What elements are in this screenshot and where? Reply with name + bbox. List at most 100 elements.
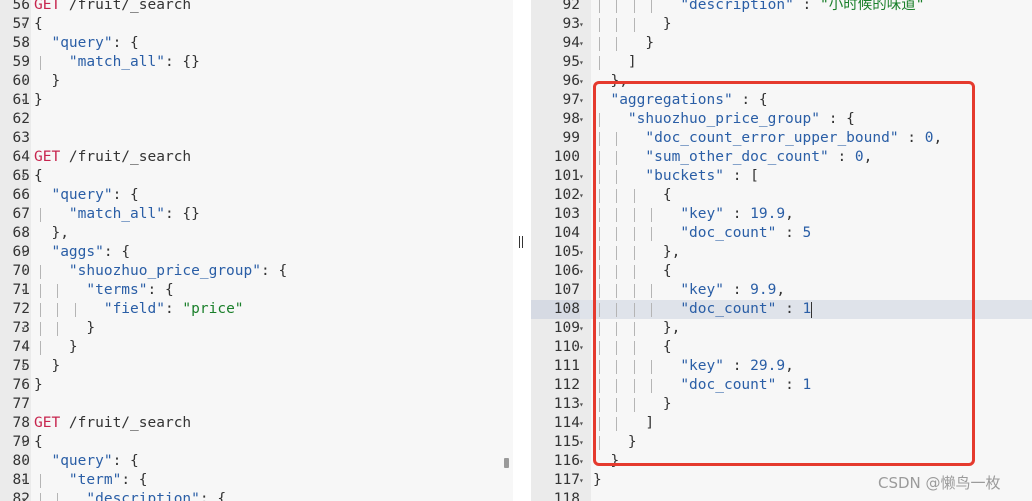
fold-toggle-icon[interactable]: ▾: [579, 34, 584, 53]
request-code-line[interactable]: 64 GET /fruit/_search: [0, 148, 513, 167]
aggregations-highlight-box: [593, 81, 975, 466]
token-punc: : {: [112, 187, 139, 203]
request-code-line[interactable]: 66 ▾ "query": {: [0, 186, 513, 205]
request-code-line[interactable]: 65 ▾{: [0, 167, 513, 186]
fold-toggle-icon[interactable]: ▾: [579, 319, 584, 338]
request-code-line[interactable]: 76 ▾}: [0, 376, 513, 395]
fold-toggle-icon[interactable]: ▾: [21, 338, 26, 357]
fold-toggle-icon[interactable]: ▾: [21, 186, 26, 205]
fold-toggle-icon[interactable]: ▾: [579, 395, 584, 414]
line-number: 118: [553, 491, 580, 501]
request-code-line[interactable]: 77: [0, 395, 513, 414]
request-code-line[interactable]: 56 GET /fruit/_search: [0, 0, 513, 15]
request-code-line[interactable]: 67 "match_all": {}: [0, 205, 513, 224]
fold-toggle-icon[interactable]: ▾: [21, 319, 26, 338]
token-punc: [34, 54, 69, 70]
request-code-line[interactable]: 69 ▾ "aggs": {: [0, 243, 513, 262]
line-number: 95: [562, 54, 580, 70]
code-text: }: [34, 91, 43, 110]
fold-toggle-icon[interactable]: ▾: [579, 433, 584, 452]
line-number: 115: [553, 434, 580, 450]
token-punc: }: [34, 377, 43, 393]
fold-toggle-icon[interactable]: ▾: [579, 15, 584, 34]
line-number: 94: [562, 35, 580, 51]
fold-toggle-icon[interactable]: ▾: [579, 262, 584, 281]
request-code-line[interactable]: 80 ▾ "query": {: [0, 452, 513, 471]
request-code-line[interactable]: 70 ▾ "shuozhuo_price_group": {: [0, 262, 513, 281]
response-code-line[interactable]: 92 "description" : "小时候的味道": [531, 0, 1032, 15]
token-punc: }: [34, 73, 61, 89]
request-editor[interactable]: 56 GET /fruit/_search 57 ▾{58 ▾ "query": {59…: [0, 0, 513, 501]
fold-toggle-icon[interactable]: ▾: [21, 91, 26, 110]
line-number: 103: [553, 206, 580, 222]
fold-toggle-icon[interactable]: ▾: [579, 452, 584, 471]
request-code-line[interactable]: 68 ▾ },: [0, 224, 513, 243]
request-code-line[interactable]: 71 ▾ "terms": {: [0, 281, 513, 300]
fold-toggle-icon[interactable]: ▾: [579, 167, 584, 186]
fold-toggle-icon[interactable]: ▾: [21, 262, 26, 281]
request-code-line[interactable]: 62: [0, 110, 513, 129]
line-number: 97: [562, 92, 580, 108]
request-code-line[interactable]: 61 ▾}: [0, 91, 513, 110]
code-text: {: [34, 433, 43, 452]
fold-toggle-icon[interactable]: ▾: [579, 110, 584, 129]
fold-toggle-icon[interactable]: ▾: [579, 414, 584, 433]
fold-toggle-icon[interactable]: ▾: [21, 490, 26, 501]
line-number: 99: [562, 130, 580, 146]
fold-toggle-icon[interactable]: ▾: [579, 471, 584, 490]
fold-toggle-icon[interactable]: ▾: [21, 433, 26, 452]
request-code-line[interactable]: 73 ▾ }: [0, 319, 513, 338]
token-key: "query": [51, 187, 113, 203]
request-code-line[interactable]: 60 ▾ }: [0, 72, 513, 91]
line-number: 113: [553, 396, 580, 412]
request-code-line[interactable]: 78 GET /fruit/_search: [0, 414, 513, 433]
drag-handle-icon[interactable]: [519, 236, 525, 248]
fold-toggle-icon[interactable]: ▾: [21, 281, 26, 300]
request-code-line[interactable]: 59 "match_all": {}: [0, 53, 513, 72]
request-code-line[interactable]: 57 ▾{: [0, 15, 513, 34]
fold-toggle-icon[interactable]: ▾: [21, 224, 26, 243]
fold-toggle-icon[interactable]: ▾: [21, 72, 26, 91]
token-punc: [34, 244, 51, 260]
request-code-line[interactable]: 82 ▾ "description": {: [0, 490, 513, 501]
fold-toggle-icon[interactable]: ▾: [579, 186, 584, 205]
fold-toggle-icon[interactable]: ▾: [21, 15, 26, 34]
fold-toggle-icon[interactable]: ▾: [21, 376, 26, 395]
fold-toggle-icon[interactable]: ▾: [21, 243, 26, 262]
request-code-line[interactable]: 79 ▾{: [0, 433, 513, 452]
request-scrollbar[interactable]: [504, 458, 509, 468]
token-punc: [593, 0, 680, 13]
fold-toggle-icon[interactable]: ▾: [21, 167, 26, 186]
fold-toggle-icon[interactable]: ▾: [21, 34, 26, 53]
fold-toggle-icon[interactable]: ▾: [579, 338, 584, 357]
request-code-line[interactable]: 81 ▾ "term": {: [0, 471, 513, 490]
request-code-line[interactable]: 58 ▾ "query": {: [0, 34, 513, 53]
pane-splitter[interactable]: [513, 0, 531, 501]
fold-toggle-icon[interactable]: ▾: [579, 72, 584, 91]
line-number: 78: [12, 415, 30, 431]
token-method: GET: [34, 0, 61, 13]
fold-toggle-icon[interactable]: ▾: [21, 452, 26, 471]
fold-toggle-icon[interactable]: ▾: [579, 53, 584, 72]
fold-toggle-icon[interactable]: ▾: [579, 91, 584, 110]
line-number: 59: [12, 54, 30, 70]
request-code-line[interactable]: 72 "field": "price": [0, 300, 513, 319]
response-code-line[interactable]: 93 ▾ }: [531, 15, 1032, 34]
request-code-line[interactable]: 75 ▾ }: [0, 357, 513, 376]
request-code-line[interactable]: 74 ▾ }: [0, 338, 513, 357]
line-number: 96: [562, 73, 580, 89]
token-punc: [34, 453, 51, 469]
token-punc: }: [593, 35, 655, 51]
fold-toggle-icon[interactable]: ▾: [21, 357, 26, 376]
response-code-line[interactable]: 94 ▾ }: [531, 34, 1032, 53]
line-number: 111: [553, 358, 580, 374]
code-text: {: [34, 167, 43, 186]
fold-toggle-icon[interactable]: ▾: [21, 471, 26, 490]
response-code-line[interactable]: 95 ▾ ]: [531, 53, 1032, 72]
token-key: "shuozhuo_price_group": [68, 263, 261, 279]
token-punc: : {}: [164, 54, 200, 70]
code-text: "query": {: [34, 186, 139, 205]
fold-toggle-icon[interactable]: ▾: [579, 243, 584, 262]
request-code-line[interactable]: 63: [0, 129, 513, 148]
code-text: "match_all": {}: [34, 53, 200, 72]
